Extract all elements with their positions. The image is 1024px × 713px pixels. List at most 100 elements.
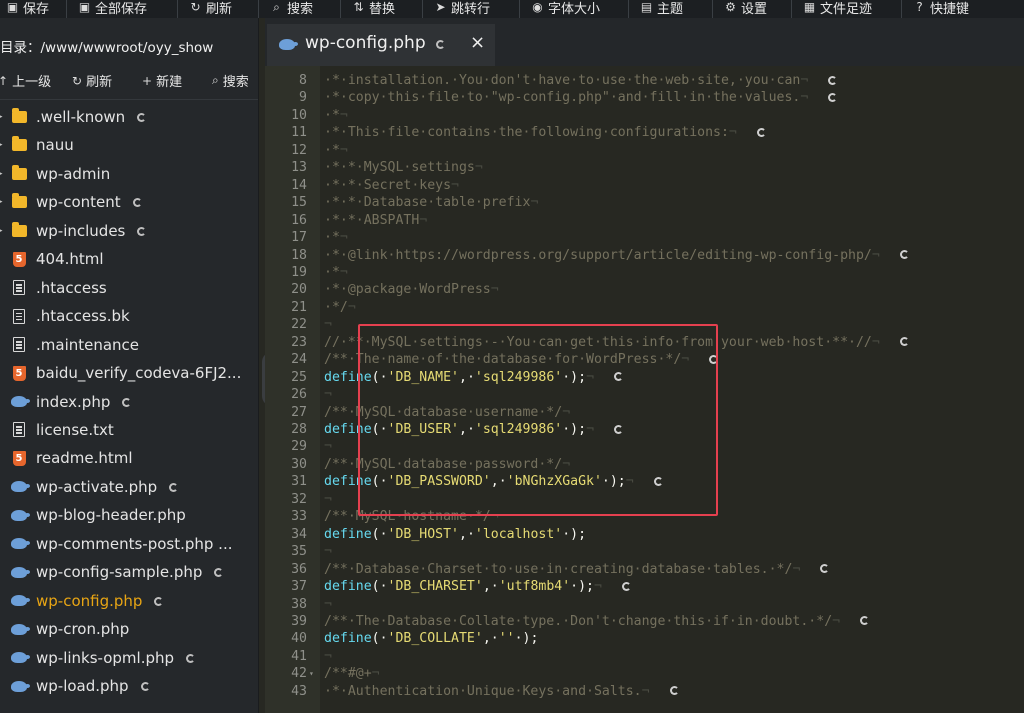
line-number: 39 (291, 613, 307, 629)
toolbar-theme-button[interactable]: ▤ 主题 (640, 0, 683, 18)
file-name: wp-blog-header.php (36, 506, 186, 525)
font-size-icon: ◉ (532, 0, 543, 14)
toolbar-replace-button[interactable]: ⇅ 替换 (352, 0, 395, 18)
file-name: baidu_verify_codeva-6FJ2... (36, 364, 242, 383)
loading-spinner-icon (614, 372, 624, 382)
folder-icon (11, 108, 27, 125)
sidebar-up-button[interactable]: ↑ 上一级 (0, 71, 51, 91)
panel-divider (258, 18, 259, 713)
code-text: ¬ (324, 596, 332, 614)
toolbar-save-button[interactable]: ▣ 保存 (6, 0, 49, 18)
code-editor[interactable]: 8 ·*·installation.·You·don't·have·to·use·… (265, 66, 1024, 713)
code-line: 10 ·*¬ (265, 107, 1024, 125)
loading-spinner-icon (614, 424, 624, 434)
code-token: ¬ (871, 247, 880, 263)
code-token: /**·Database·Charset·to·use·in·creating·… (324, 561, 793, 577)
code-line: 15 ·*·*·Database·table·prefix¬ (265, 194, 1024, 212)
loading-spinner-icon (669, 686, 679, 696)
fold-toggle-icon[interactable]: ▾ (309, 665, 314, 683)
code-text: ·*·Authentication·Unique·Keys·and·Salts.… (324, 683, 679, 701)
code-token: (· (371, 526, 388, 542)
file-item[interactable]: wp-config.php (0, 588, 258, 614)
code-token: ¬ (324, 387, 332, 403)
toolbar-separator (901, 0, 902, 18)
sidebar-refresh-button[interactable]: ↻ 刷新 (72, 71, 112, 91)
sidebar-plus-button[interactable]: + 新建 (142, 71, 182, 91)
line-number: 9 (299, 90, 307, 106)
toolbar-font-size-button[interactable]: ◉ 字体大小 (531, 0, 600, 18)
line-number: 22 (291, 317, 307, 333)
code-token: /**#@+ (324, 666, 372, 682)
sidebar-search-button[interactable]: ⌕ 搜索 (212, 71, 249, 90)
code-text: ·*¬ (324, 264, 348, 282)
code-token: ·*·This·file·contains·the·following·conf… (324, 125, 729, 141)
file-item[interactable]: .htaccess (0, 275, 258, 301)
file-item[interactable]: wp-comments-post.php ... (0, 531, 258, 557)
toolbar-separator (258, 0, 259, 18)
toolbar-goto-line-button[interactable]: ➤ 跳转行 (434, 0, 490, 18)
sidebar-divider (0, 99, 258, 100)
toolbar-search-button[interactable]: ⌕ 搜索 (270, 0, 313, 18)
folder-item[interactable]: ▸ wp-content (0, 189, 258, 215)
file-item[interactable]: .maintenance (0, 332, 258, 358)
folder-item[interactable]: ▸ wp-admin (0, 161, 258, 187)
close-tab-icon[interactable]: × (470, 32, 485, 53)
refresh-icon: ↻ (190, 0, 201, 14)
file-item[interactable]: wp-cron.php (0, 616, 258, 642)
line-number: 28 (291, 422, 307, 437)
php-file-icon (11, 621, 30, 637)
expand-caret-icon[interactable]: ▸ (0, 169, 3, 179)
expand-caret-icon[interactable]: ▸ (0, 226, 3, 236)
file-item[interactable]: license.txt (0, 417, 258, 443)
file-item[interactable]: wp-links-opml.php (0, 645, 258, 671)
file-item[interactable]: 5 404.html (0, 246, 258, 272)
file-item[interactable]: wp-load.php (0, 673, 258, 699)
gear-icon: ⚙ (725, 0, 736, 14)
file-item[interactable]: index.php (0, 389, 258, 415)
file-item[interactable]: 5 readme.html (0, 445, 258, 471)
file-item[interactable]: wp-activate.php (0, 474, 258, 500)
code-token: ¬ (324, 648, 332, 664)
toolbar-save-all-button[interactable]: ▣ 全部保存 (78, 0, 147, 18)
save-icon: ▣ (6, 0, 19, 14)
line-number: 10 (291, 107, 307, 123)
code-token: ¬ (800, 73, 809, 88)
code-token: ,· (482, 579, 499, 595)
tab-wp-config[interactable]: wp-config.php × (267, 24, 495, 66)
history-icon: ▦ (803, 0, 816, 14)
file-name: wp-activate.php (36, 477, 158, 496)
code-text: ·*¬ (324, 142, 348, 160)
code-token: ¬ (347, 299, 356, 315)
code-token: ,· (482, 631, 499, 647)
toolbar-label: 刷新 (206, 1, 233, 17)
folder-item[interactable]: ▸ .well-known (0, 104, 258, 130)
toolbar-gear-button[interactable]: ⚙ 设置 (724, 0, 767, 18)
code-text: ·*·installation.·You·don't·have·to·use·t… (324, 72, 838, 90)
line-number: 18 (291, 247, 307, 263)
toolbar-label: 保存 (23, 1, 50, 17)
code-line: 40 define(·'DB_COLLATE',·''·); (265, 630, 1024, 648)
file-item[interactable]: .htaccess.bk (0, 303, 258, 329)
line-number: 43 (291, 683, 307, 699)
expand-caret-icon[interactable]: ▸ (0, 140, 3, 150)
code-token: ¬ (339, 264, 348, 280)
file-item[interactable]: wp-config-sample.php (0, 559, 258, 585)
toolbar-refresh-button[interactable]: ↻ 刷新 (189, 0, 232, 18)
code-token: ¬ (586, 422, 595, 437)
code-line: 22 ¬ (265, 316, 1024, 334)
code-token: ·* (324, 107, 340, 123)
expand-caret-icon[interactable]: ▸ (0, 197, 3, 207)
folder-item[interactable]: ▸ wp-includes (0, 218, 258, 244)
toolbar-history-button[interactable]: ▦ 文件足迹 (803, 0, 872, 18)
code-token: define (324, 526, 372, 542)
file-item[interactable]: wp-blog-header.php (0, 502, 258, 528)
file-name: 404.html (36, 250, 104, 269)
expand-caret-icon[interactable]: ▸ (0, 112, 3, 122)
code-text: ¬ (324, 543, 332, 561)
code-token: ·*·@package·WordPress (324, 282, 491, 298)
file-item[interactable]: 5 baidu_verify_codeva-6FJ2... (0, 360, 258, 386)
folder-item[interactable]: ▸ nauu (0, 132, 258, 158)
code-token: ·* (324, 142, 340, 158)
code-line: 16 ·*·*·ABSPATH¬ (265, 212, 1024, 230)
toolbar-help-button[interactable]: ? 快捷键 (913, 0, 969, 18)
